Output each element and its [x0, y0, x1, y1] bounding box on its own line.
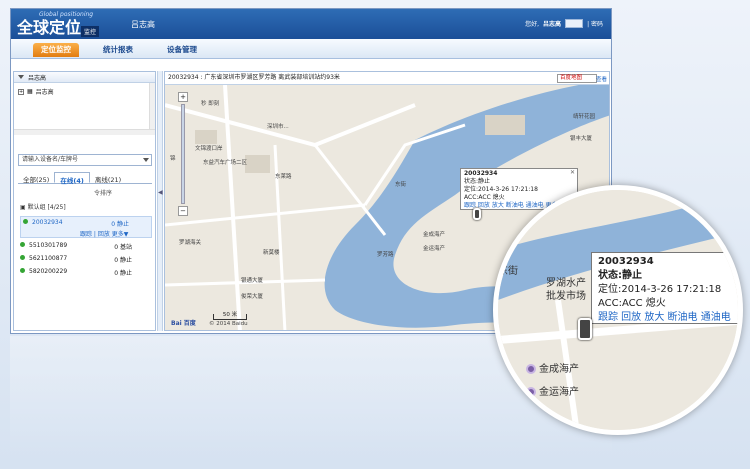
magnified-status: 状态:静止	[598, 270, 642, 281]
magnified-label: 东街	[498, 266, 518, 277]
collapse-left-icon[interactable]: ◀	[158, 189, 163, 196]
close-icon[interactable]: ✕	[570, 169, 575, 177]
tab-all[interactable]: 全部(25)	[18, 172, 54, 184]
map-label: 东益汽车广场二区	[203, 160, 248, 166]
zoom-slider[interactable]	[181, 104, 185, 204]
map-label: 俊荣大厦	[241, 294, 264, 300]
logo-badge: 监控	[81, 26, 100, 37]
panel-title: 吕志高	[28, 74, 47, 82]
expand-icon[interactable]: +	[18, 88, 24, 95]
map-label: 锦	[170, 156, 176, 162]
map-label: 深圳市...	[267, 124, 289, 130]
map-scale: 50 米	[213, 312, 247, 320]
magnified-label: 金运海产	[526, 383, 579, 398]
map-label: 金运海产	[423, 246, 446, 252]
magnified-info-popup: 20032934 状态:静止 定位:2014-3-26 17:21:18 ACC…	[591, 252, 738, 324]
device-id: 5820200229	[29, 268, 68, 275]
filter-tabs: 全部(25) 在线(4) 离线(21)	[18, 172, 152, 185]
magnified-actions: 跟踪 回放 放大 断油电 通油电	[598, 312, 731, 323]
header-user-name: 吕志高	[131, 20, 155, 29]
logo-sub: Global positioning	[39, 11, 94, 18]
magnified-vehicle-icon	[578, 318, 592, 340]
magnified-label: 金成海产	[526, 360, 579, 375]
map-label: 罗湖海关	[179, 240, 202, 246]
map-label: 东莱路	[275, 174, 292, 180]
map-label: 靖轩花园	[573, 114, 596, 120]
zoom-out-button[interactable]: −	[178, 206, 188, 216]
device-status: 0 静止	[114, 270, 132, 277]
tree-item-label: 吕志高	[35, 89, 54, 96]
popup-device-id: 20032934	[464, 170, 498, 177]
tree-scrollbar-vertical[interactable]	[149, 83, 155, 135]
map-label: 秒 即刻	[201, 101, 220, 107]
tree-scrollbar-horizontal[interactable]	[14, 129, 155, 135]
map-label: 东街	[395, 182, 407, 188]
poi-icon	[526, 364, 536, 374]
search-placeholder: 请输入设备名/车牌号	[22, 156, 79, 163]
online-status-icon	[20, 255, 25, 260]
folder-icon: ▦	[27, 88, 33, 95]
tab-online[interactable]: 在线(4)	[54, 172, 90, 185]
device-row[interactable]: 5510301789 0 基站	[20, 242, 152, 251]
tree-item[interactable]: + ▦ 吕志高	[18, 87, 54, 96]
online-status-icon	[20, 268, 25, 273]
address-text: 20032934 : 广东省深圳市罗湖区罗芳路 离武装部培训站约93米	[168, 74, 340, 81]
chevron-down-icon[interactable]	[143, 158, 149, 162]
greeting-name: 吕志高	[543, 21, 562, 28]
online-status-icon	[20, 242, 25, 247]
device-id: 5510301789	[29, 242, 68, 249]
tab-device-management[interactable]: 设备管理	[159, 43, 205, 57]
device-status: 0 静止	[114, 257, 132, 264]
device-id: 20032934	[32, 219, 63, 226]
map-type-select[interactable]: 百度地图	[557, 74, 597, 83]
page-background: 全球定位 Global positioning 监控 吕志高 您好, 吕志高 |…	[0, 0, 750, 469]
magnifier-lens: 东街 罗湖水产 批发市场 金成海产 金运海产 20032934 状态:静止 定位…	[493, 185, 743, 435]
main-nav: 定位监控 统计报表 设备管理	[11, 39, 611, 59]
app-header: 全球定位 Global positioning 监控 吕志高 您好, 吕志高 |…	[11, 9, 611, 39]
zoom-control: + −	[178, 92, 188, 228]
device-row[interactable]: 5621100877 0 静止	[20, 255, 152, 264]
sidebar-panel-header[interactable]: 吕志高	[14, 72, 155, 83]
map-address-bar: 20032934 : 广东省深圳市罗湖区罗芳路 离武装部培训站约93米 百度地图…	[165, 72, 609, 85]
tab-offline[interactable]: 离线(21)	[90, 172, 126, 184]
magnified-label: 批发市场	[546, 291, 586, 302]
group-label: 默认组	[27, 204, 46, 211]
tab-location-monitor[interactable]: 定位监控	[33, 43, 79, 57]
tab-statistics-report[interactable]: 统计报表	[95, 43, 141, 57]
device-row[interactable]: 5820200229 0 静止	[20, 268, 152, 277]
header-user-area: 您好, 吕志高 | 密码	[525, 19, 603, 28]
tree-view: + ▦ 吕志高	[14, 83, 155, 135]
map-label: 金成海产	[423, 232, 446, 238]
group-count: [4/25]	[47, 204, 66, 211]
magnified-acc: ACC:ACC 熄火	[598, 298, 666, 309]
device-group[interactable]: ▣ 默认组 [4/25]	[20, 202, 66, 211]
sidebar: 吕志高 + ▦ 吕志高 请输入设备名/车牌号 全部(25) 在线(4) 离线(2…	[13, 71, 156, 331]
map-label: 银丰大厦	[570, 136, 593, 142]
magnified-device-id: 20032934	[598, 256, 654, 267]
map-label: 银通大厦	[241, 278, 264, 284]
password-link[interactable]: | 密码	[587, 19, 603, 28]
zoom-in-button[interactable]: +	[178, 92, 188, 102]
magnified-located: 定位:2014-3-26 17:21:18	[598, 284, 722, 295]
map-label: 罗芳路	[377, 252, 394, 258]
collapse-icon[interactable]	[18, 75, 24, 79]
greeting-text: 您好,	[525, 21, 540, 28]
map-label: 新莫楼	[263, 250, 280, 256]
map-copyright: © 2014 Baidu	[209, 321, 248, 327]
popup-status: 状态:静止	[464, 178, 491, 185]
vehicle-marker-icon[interactable]	[473, 208, 481, 220]
poi-icon	[526, 387, 536, 397]
sort-button[interactable]: 令排序	[94, 188, 112, 197]
online-status-icon	[23, 219, 28, 224]
group-toggle-icon[interactable]: ▣	[20, 204, 26, 211]
baidu-logo: Bai 百度	[171, 320, 196, 327]
device-status: 0 基站	[114, 244, 132, 251]
map-label: 文锦渡口岸	[195, 146, 223, 152]
device-id: 5621100877	[29, 255, 68, 262]
user-menu-box[interactable]	[565, 19, 584, 28]
device-actions[interactable]: 跟踪 | 回放 更多▼	[80, 229, 128, 238]
panel-splitter[interactable]: ◀	[157, 71, 163, 331]
device-search-input[interactable]: 请输入设备名/车牌号	[18, 154, 152, 166]
